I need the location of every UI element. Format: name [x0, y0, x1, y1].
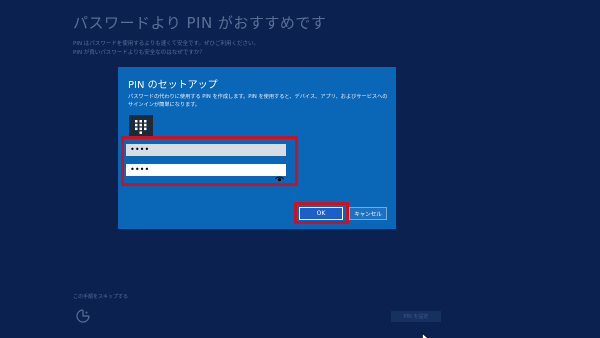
dialog-description: パスワードの代わりに使用する PIN を作成します。PIN を使用すると、デバイ… — [128, 93, 390, 109]
dialog-description-line: サインインが簡単になります。 — [128, 102, 201, 108]
dialog-title: PIN のセットアップ — [128, 80, 218, 91]
ease-of-access-icon[interactable] — [75, 308, 91, 324]
new-pin-input[interactable] — [126, 144, 286, 156]
eye-icon[interactable] — [275, 167, 284, 182]
ok-button[interactable]: OK — [299, 207, 343, 220]
confirm-pin-input[interactable] — [126, 164, 286, 176]
page-title: パスワードより PIN がおすすめです — [73, 14, 327, 32]
page-description: PIN はパスワードを使用するよりも速くて安全です。ぜひご利用ください。 PIN… — [73, 40, 259, 58]
cancel-button[interactable]: キャンセル — [349, 207, 387, 220]
skip-step-link[interactable]: この手順をスキップする — [73, 293, 128, 300]
pin-setup-dialog: PIN のセットアップ パスワードの代わりに使用する PIN を作成します。PI… — [118, 67, 396, 229]
dialog-description-line: パスワードの代わりに使用する PIN を作成します。PIN を使用すると、デバイ… — [128, 94, 388, 100]
mouse-cursor-icon — [422, 328, 430, 338]
keypad-icon — [129, 115, 153, 138]
page-description-line: PIN はパスワードを使用するよりも速くて安全です。ぜひご利用ください。 — [73, 41, 259, 47]
pin-info-link[interactable]: PIN が良いパスワードよりも安全なのはなぜですか？ — [73, 49, 259, 58]
set-pin-button[interactable]: PIN を設定 — [391, 311, 441, 322]
